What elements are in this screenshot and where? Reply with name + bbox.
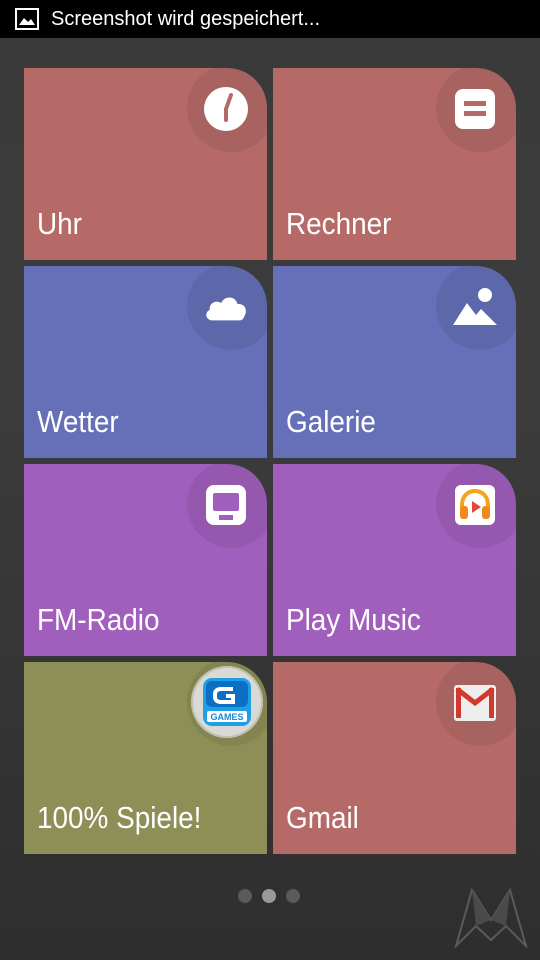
- tile-wetter[interactable]: Wetter: [24, 266, 267, 458]
- status-notification-text: Screenshot wird gespeichert...: [51, 8, 321, 30]
- tile-gmail[interactable]: Gmail: [273, 662, 516, 854]
- tile-label: FM-Radio: [37, 602, 160, 637]
- clock-icon: [203, 86, 249, 132]
- tile-rechner[interactable]: Rechner: [273, 68, 516, 260]
- image-icon: [15, 8, 39, 30]
- tile-play-music[interactable]: Play Music: [273, 464, 516, 656]
- mountain-image-icon: [452, 284, 498, 330]
- tile-fm-radio[interactable]: FM-Radio: [24, 464, 267, 656]
- status-bar: Screenshot wird gespeichert...: [0, 0, 540, 38]
- tile-label: Gmail: [286, 800, 359, 835]
- logo-watermark-icon: [454, 887, 528, 948]
- svg-text:GAMES: GAMES: [210, 712, 243, 722]
- page-dot-3[interactable]: [286, 889, 300, 903]
- gmail-icon: [452, 680, 498, 726]
- tile-label: Rechner: [286, 206, 392, 241]
- tile-label: 100% Spiele!: [37, 800, 202, 835]
- page-dot-1[interactable]: [238, 889, 252, 903]
- headphones-icon: [452, 482, 498, 528]
- radio-icon: [203, 482, 249, 528]
- tile-galerie[interactable]: Galerie: [273, 266, 516, 458]
- tile-uhr[interactable]: Uhr: [24, 68, 267, 260]
- tile-label: Wetter: [37, 404, 119, 439]
- tile-spiele[interactable]: GAMES 100% Spiele!: [24, 662, 267, 854]
- tile-label: Play Music: [286, 602, 421, 637]
- cloud-icon: [203, 284, 249, 330]
- tile-label: Galerie: [286, 404, 376, 439]
- tile-label: Uhr: [37, 206, 82, 241]
- calculator-icon: [452, 86, 498, 132]
- gameloft-games-icon: GAMES: [191, 666, 263, 738]
- page-dot-2-active[interactable]: [262, 889, 276, 903]
